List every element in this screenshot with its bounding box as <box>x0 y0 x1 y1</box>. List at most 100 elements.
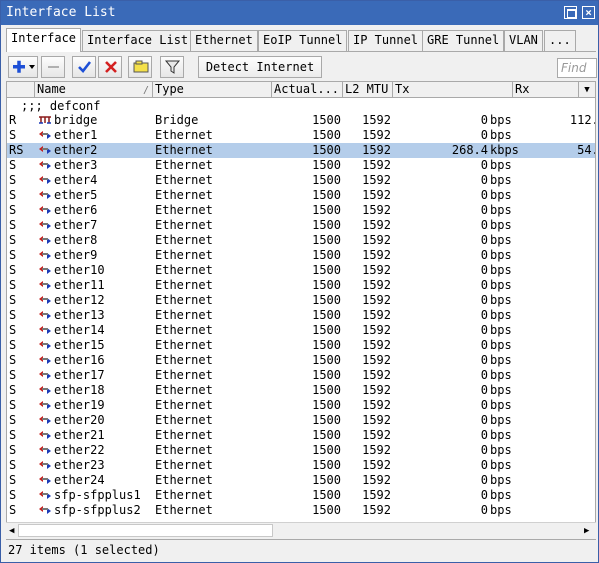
table-row[interactable]: Sether24 Ethernet 1500 1592 0 bps <box>7 473 595 488</box>
table-row[interactable]: Sether19 Ethernet 1500 1592 0 bps <box>7 398 595 413</box>
table-row[interactable]: Sether15 Ethernet 1500 1592 0 bps <box>7 338 595 354</box>
row-tx-value: 0 <box>480 293 488 307</box>
row-tx-value: 0 <box>480 128 488 142</box>
tab-interface-list[interactable]: Interface List <box>82 30 194 51</box>
column-menu-button[interactable]: ▼ <box>579 82 595 98</box>
scroll-right-icon[interactable]: ▶ <box>584 524 589 538</box>
table-row[interactable]: Ssfp-sfpplus1 Ethernet 1500 1592 0 bps <box>7 488 595 503</box>
row-rx-value <box>516 203 595 218</box>
column-header-tx[interactable]: Tx <box>393 82 513 98</box>
table-row[interactable]: RS ether2 Ethernet 1500 1592 268.4kbps 54.6 <box>7 143 595 158</box>
row-flags: S <box>9 203 17 217</box>
ethernet-icon <box>38 384 52 399</box>
row-actual-mtu: 1500 <box>312 473 341 487</box>
row-tx-unit: bps <box>490 413 512 427</box>
remove-button[interactable] <box>41 56 65 78</box>
horizontal-scrollbar[interactable]: ◀ ▶ <box>6 522 596 538</box>
ethernet-icon <box>38 414 52 429</box>
row-tx-value: 0 <box>480 398 488 412</box>
row-actual-mtu: 1500 <box>312 218 341 232</box>
table-row[interactable]: Sether21 Ethernet 1500 1592 0 bps <box>7 428 595 443</box>
row-rx-value <box>516 218 595 233</box>
column-header-rx[interactable]: Rx <box>513 82 579 98</box>
table-row[interactable]: Ssfp-sfpplus2 Ethernet 1500 1592 0 bps <box>7 503 595 518</box>
comment-button[interactable] <box>128 56 152 78</box>
column-header-l2-mtu[interactable]: L2 MTU <box>343 82 393 98</box>
row-l2-mtu: 1592 <box>362 323 391 337</box>
filter-button[interactable] <box>160 56 184 78</box>
column-header-type[interactable]: Type <box>153 82 272 98</box>
row-rx-value <box>516 263 595 278</box>
row-name: ether14 <box>54 323 105 337</box>
row-tx-unit: bps <box>490 188 512 202</box>
tab-interface[interactable]: Interface <box>6 28 82 52</box>
table-row[interactable]: Sether4 Ethernet 1500 1592 0 bps <box>7 173 595 188</box>
table-row[interactable]: Sether22 Ethernet 1500 1592 0 bps <box>7 443 595 458</box>
ethernet-icon <box>38 369 52 384</box>
row-rx-value: 112.5 <box>569 113 595 127</box>
table-row[interactable]: Sether17 Ethernet 1500 1592 0 bps <box>7 368 595 384</box>
tab-ethernet[interactable]: Ethernet <box>190 30 258 51</box>
table-row[interactable]: Sether9 Ethernet 1500 1592 0 bps <box>7 248 595 263</box>
table-row[interactable]: Rbridge Bridge 1500 1592 0bps 112.5 <box>7 113 595 128</box>
tab-ip-tunnel[interactable]: IP Tunnel <box>348 30 424 51</box>
ethernet-icon <box>38 339 52 354</box>
add-button[interactable] <box>8 56 38 78</box>
row-tx-unit: bps <box>490 368 512 382</box>
row-l2-mtu: 1592 <box>362 218 391 232</box>
table-row[interactable]: Sether12 Ethernet 1500 1592 0 bps <box>7 293 595 308</box>
row-tx-unit: bps <box>490 248 512 262</box>
table-row[interactable]: Sether3 Ethernet 1500 1592 0 bps <box>7 158 595 173</box>
table-row[interactable]: Sether11 Ethernet 1500 1592 0 bps <box>7 278 595 293</box>
tab-gre-tunnel[interactable]: GRE Tunnel <box>422 30 505 51</box>
row-l2-mtu: 1592 <box>362 488 391 502</box>
window-titlebar[interactable]: Interface List × <box>1 1 598 25</box>
table-row[interactable]: Sether13 Ethernet 1500 1592 0 bps <box>7 308 595 323</box>
row-actual-mtu: 1500 <box>312 203 341 217</box>
row-rx-value <box>516 173 595 188</box>
find-input[interactable]: Find <box>557 58 597 78</box>
row-tx-value: 0 <box>480 443 488 457</box>
table-row[interactable]: Sether20 Ethernet 1500 1592 0 bps <box>7 413 595 429</box>
disable-button[interactable] <box>98 56 122 78</box>
row-tx-value: 0 <box>480 428 488 442</box>
table-row[interactable]: Sether18 Ethernet 1500 1592 0 bps <box>7 383 595 399</box>
table-row[interactable]: Sether8 Ethernet 1500 1592 0 bps <box>7 233 595 248</box>
row-tx-value: 0 <box>480 233 488 247</box>
row-l2-mtu: 1592 <box>362 458 391 472</box>
table-row[interactable]: Sether6 Ethernet 1500 1592 0 bps <box>7 203 595 218</box>
column-header-actual-mtu[interactable]: Actual... <box>272 82 343 98</box>
enable-button[interactable] <box>72 56 96 78</box>
row-name: ether18 <box>54 383 105 397</box>
scrollbar-thumb[interactable] <box>18 524 273 537</box>
row-name: ether16 <box>54 353 105 367</box>
row-type: Ethernet <box>155 173 213 187</box>
table-row[interactable]: Sether5 Ethernet 1500 1592 0 bps <box>7 188 595 203</box>
tab-more[interactable]: ... <box>544 30 576 51</box>
table-row[interactable]: Sether1 Ethernet 1500 1592 0 bps <box>7 128 595 143</box>
table-row[interactable]: Sether23 Ethernet 1500 1592 0 bps <box>7 458 595 473</box>
ethernet-icon <box>38 324 52 339</box>
tab-eoip-tunnel[interactable]: EoIP Tunnel <box>258 30 348 51</box>
row-l2-mtu: 1592 <box>362 248 391 262</box>
detect-internet-button[interactable]: Detect Internet <box>198 56 322 78</box>
row-l2-mtu: 1592 <box>362 188 391 202</box>
row-tx-value: 0 <box>480 473 488 487</box>
column-header-name[interactable]: Name / <box>35 82 153 98</box>
close-button[interactable]: × <box>582 6 595 19</box>
row-actual-mtu: 1500 <box>312 413 341 427</box>
scroll-left-icon[interactable]: ◀ <box>9 524 14 538</box>
row-tx-unit: bps <box>490 458 512 472</box>
table-row[interactable]: Sether14 Ethernet 1500 1592 0 bps <box>7 323 595 339</box>
table-row[interactable]: Sether10 Ethernet 1500 1592 0 bps <box>7 263 595 278</box>
table-row[interactable]: Sether16 Ethernet 1500 1592 0 bps <box>7 353 595 368</box>
column-header-flags[interactable] <box>7 82 35 98</box>
tab-vlan[interactable]: VLAN <box>504 30 543 51</box>
row-rx-value <box>516 368 595 383</box>
table-row[interactable]: Sether7 Ethernet 1500 1592 0 bps <box>7 218 595 233</box>
row-actual-mtu: 1500 <box>312 383 341 397</box>
row-tx-value: 0 <box>480 413 488 427</box>
maximize-button[interactable] <box>564 6 577 19</box>
comment-row: ;;; defconf <box>21 99 101 113</box>
tab-bar: Interface Interface List Ethernet EoIP T… <box>6 28 596 52</box>
